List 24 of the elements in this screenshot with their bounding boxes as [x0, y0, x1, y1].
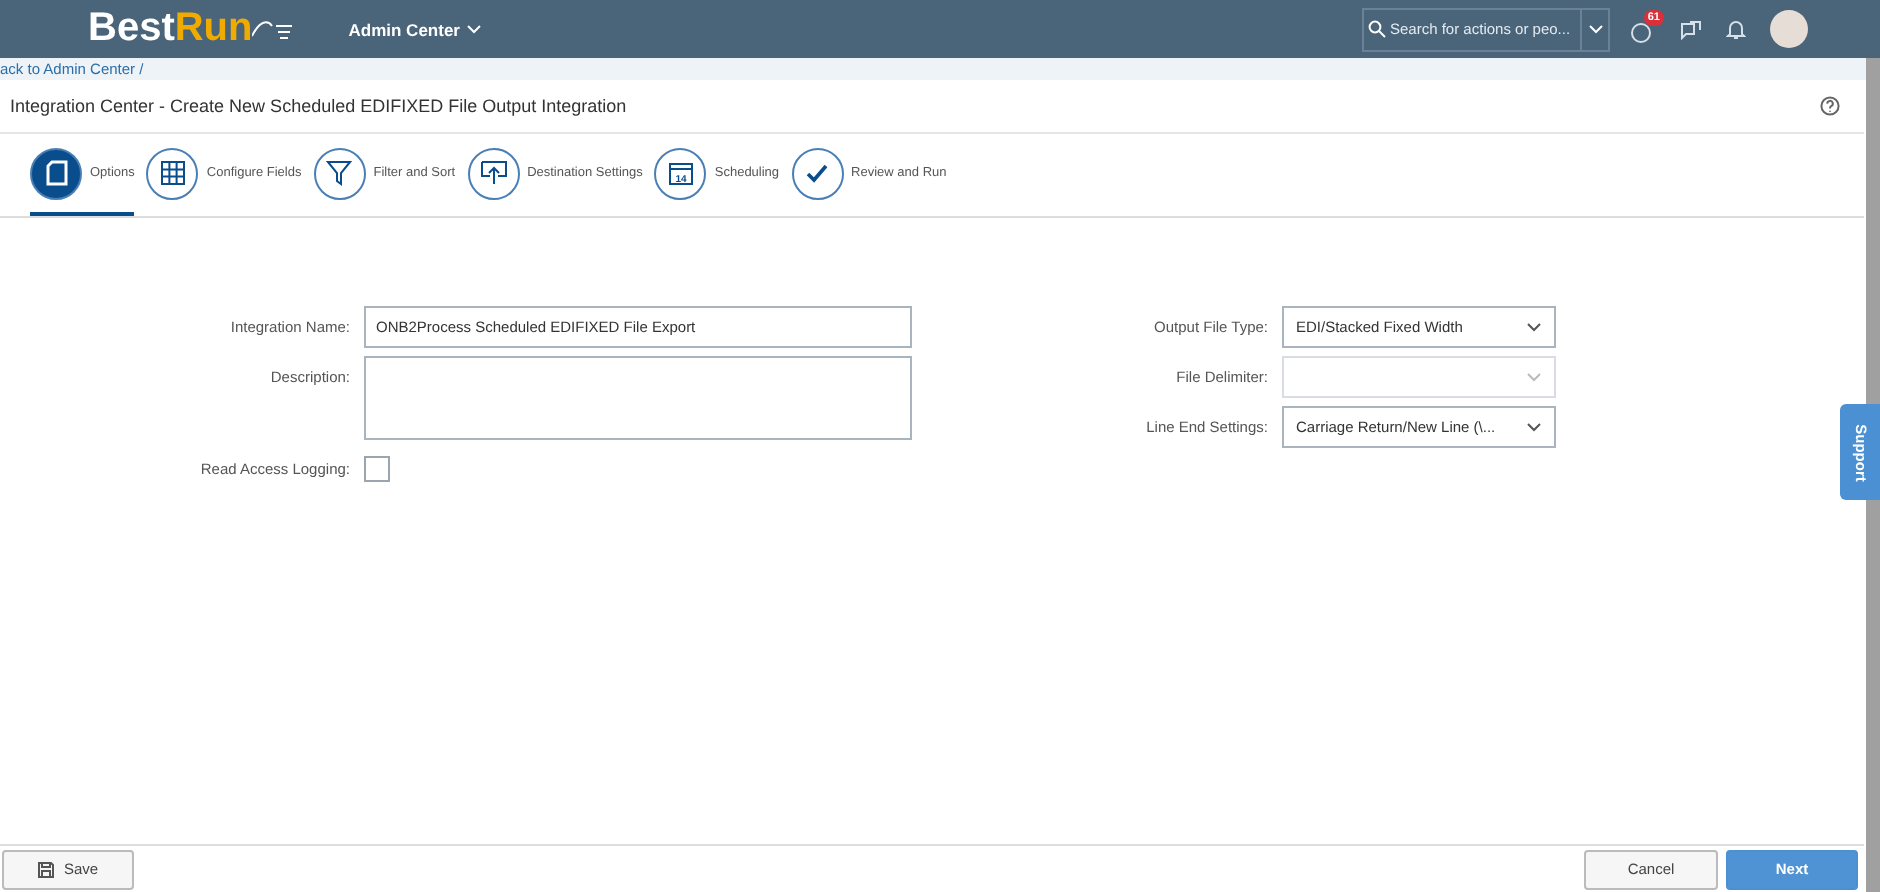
- document-icon: [45, 160, 67, 186]
- upload-screen-icon: [479, 160, 508, 186]
- checkbox[interactable]: [364, 456, 390, 482]
- chevron-down-icon: [1526, 421, 1542, 433]
- help-icon[interactable]: [1820, 96, 1840, 116]
- avatar[interactable]: [1770, 10, 1808, 48]
- chat-icon: [1680, 19, 1702, 39]
- search-icon: [1368, 19, 1386, 37]
- chevron-down-icon: [1526, 371, 1542, 383]
- filter-icon: [326, 160, 353, 186]
- notifications-bell-button[interactable]: [1726, 18, 1746, 40]
- grid-icon: [159, 160, 186, 186]
- chevron-down-icon: [465, 23, 482, 35]
- clock-icon: [1630, 22, 1652, 44]
- search-dropdown-button[interactable]: [1582, 7, 1610, 51]
- description-field[interactable]: [364, 356, 912, 440]
- logo: BestRun: [88, 6, 293, 52]
- admin-center-menu[interactable]: Admin Center: [344, 15, 486, 43]
- bell-icon: [1726, 18, 1746, 40]
- chevron-down-icon: [1587, 23, 1603, 35]
- chat-button[interactable]: [1680, 19, 1702, 39]
- page-title: Integration Center - Create New Scheduled EDIFIXED File Output Integration: [10, 96, 627, 116]
- chevron-down-icon: [1526, 321, 1542, 333]
- checkmark-icon: [804, 160, 831, 186]
